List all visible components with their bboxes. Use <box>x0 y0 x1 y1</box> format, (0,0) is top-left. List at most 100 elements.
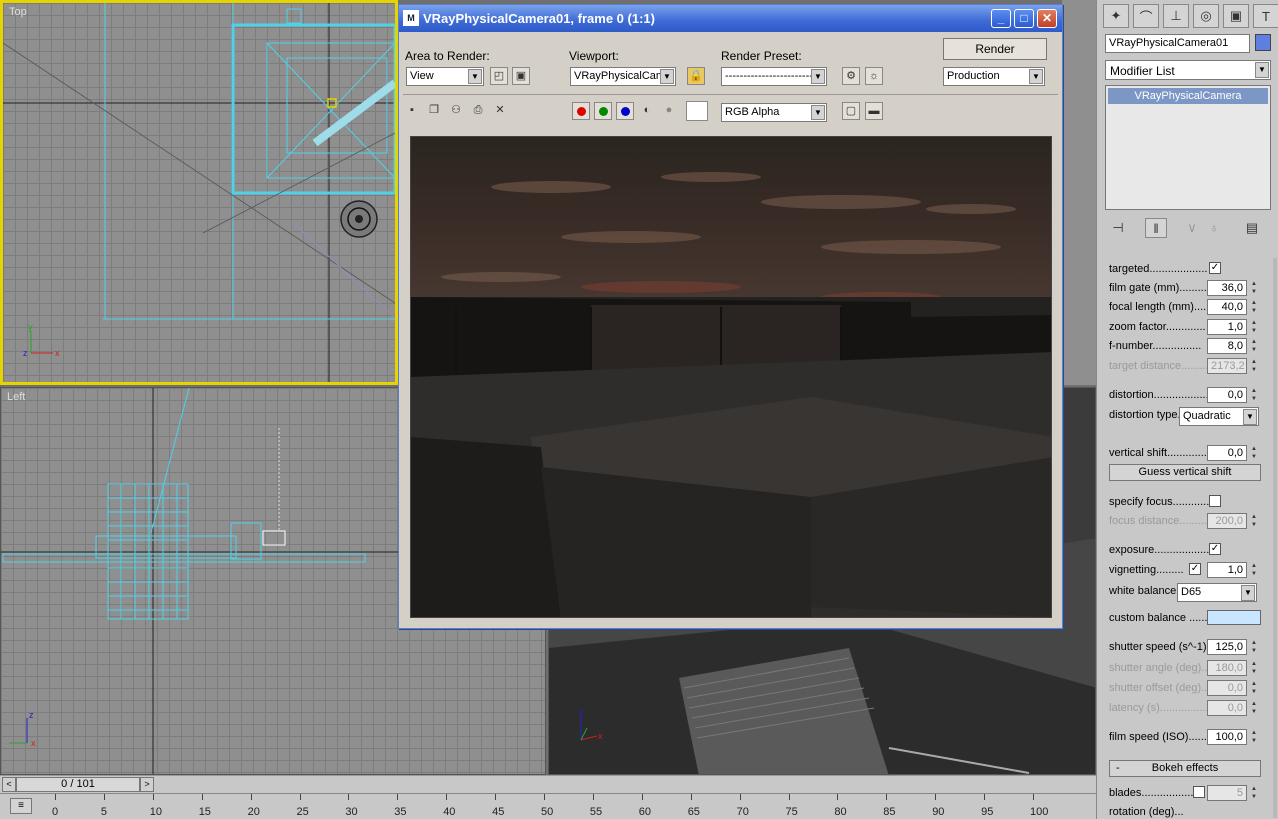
viewport-top[interactable]: Top yxz <box>0 0 398 385</box>
render-button[interactable]: Render <box>943 38 1047 60</box>
spinner-icon[interactable]: ▲ ▼ <box>1249 319 1259 335</box>
toggle-ui-overlay-icon[interactable]: ▢ <box>842 102 860 120</box>
spinner-icon[interactable]: ▲ ▼ <box>1249 660 1259 676</box>
modify-tab-icon[interactable]: ⌒ <box>1133 4 1159 28</box>
lock-viewport-icon[interactable]: 🔒 <box>687 67 705 85</box>
chevron-down-icon[interactable]: ▼ <box>1241 585 1255 601</box>
make-unique-icon[interactable]: ∨ <box>1181 218 1203 238</box>
modifier-list-dropdown[interactable]: Modifier List ▼ <box>1105 60 1271 80</box>
chevron-down-icon[interactable]: ▼ <box>1029 69 1043 84</box>
monochrome-icon[interactable]: ● <box>660 102 678 120</box>
time-slider[interactable]: 0 / 101 <box>16 777 140 792</box>
display-channel-dropdown[interactable]: RGB Alpha ▼ <box>721 103 827 122</box>
clone-frame-icon[interactable]: ⚇ <box>447 102 465 120</box>
maximize-button[interactable]: □ <box>1014 9 1034 28</box>
param-checkbox[interactable]: ✓ <box>1189 563 1201 575</box>
param-value-field[interactable]: 125,0 <box>1207 639 1247 655</box>
object-name-field[interactable]: VRayPhysicalCamera01 <box>1105 34 1250 53</box>
spinner-icon[interactable]: ▲ ▼ <box>1249 562 1259 578</box>
spinner-icon[interactable]: ▲ ▼ <box>1249 785 1259 801</box>
print-image-icon[interactable]: ⎙ <box>469 102 487 120</box>
utilities-tab-icon[interactable]: T <box>1253 4 1278 28</box>
command-panel-scrollbar[interactable] <box>1273 258 1277 818</box>
red-channel-toggle[interactable] <box>572 102 590 120</box>
remove-modifier-icon[interactable]: ♁ <box>1203 218 1225 238</box>
param-value-field[interactable]: 0,0 <box>1207 445 1247 461</box>
spinner-icon[interactable]: ▲ ▼ <box>1249 680 1259 696</box>
chevron-down-icon[interactable]: ▼ <box>1243 409 1257 425</box>
viewport-front-strip[interactable] <box>1062 0 1096 385</box>
modifier-stack[interactable]: VRayPhysicalCamera <box>1105 85 1271 210</box>
guess-vertical-shift-button[interactable]: Guess vertical shift <box>1109 464 1261 481</box>
param-value-field[interactable]: 200,0 <box>1207 513 1247 529</box>
rollout-collapse-icon[interactable]: - <box>1116 761 1120 776</box>
close-button[interactable]: ✕ <box>1037 9 1057 28</box>
time-next-button[interactable]: > <box>140 777 154 792</box>
param-value-field[interactable]: 100,0 <box>1207 729 1247 745</box>
chevron-down-icon[interactable]: ▼ <box>1255 62 1269 78</box>
param-value-field[interactable]: 1,0 <box>1207 562 1247 578</box>
swatch-display[interactable] <box>686 101 708 121</box>
minimize-button[interactable]: _ <box>991 9 1011 28</box>
copy-image-icon[interactable]: ❐ <box>425 102 443 120</box>
stack-item-vrayphysicalcamera[interactable]: VRayPhysicalCamera <box>1108 88 1268 104</box>
display-tab-icon[interactable]: ▣ <box>1223 4 1249 28</box>
hierarchy-tab-icon[interactable]: ⊥ <box>1163 4 1189 28</box>
create-tab-icon[interactable]: ✦ <box>1103 4 1129 28</box>
pin-stack-icon[interactable]: ⊣ <box>1107 218 1129 238</box>
spinner-icon[interactable]: ▲ ▼ <box>1249 700 1259 716</box>
spinner-icon[interactable]: ▲ ▼ <box>1249 299 1259 315</box>
param-value-field[interactable]: 2173,2 <box>1207 358 1247 374</box>
bokeh-effects-rollout[interactable]: - Bokeh effects <box>1109 760 1261 777</box>
time-slider-bar[interactable]: < 0 / 101 > <box>0 775 1096 793</box>
spinner-icon[interactable]: ▲ ▼ <box>1249 729 1259 745</box>
show-end-result-icon[interactable]: ‖ <box>1145 218 1167 238</box>
configure-sets-icon[interactable]: ▤ <box>1241 218 1263 238</box>
param-checkbox[interactable]: ✓ <box>1209 543 1221 555</box>
param-value-field[interactable]: 0,0 <box>1207 700 1247 716</box>
param-value-field[interactable]: 36,0 <box>1207 280 1247 296</box>
spinner-icon[interactable]: ▲ ▼ <box>1249 387 1259 403</box>
param-value-field[interactable]: 40,0 <box>1207 299 1247 315</box>
area-to-render-dropdown[interactable]: View ▼ <box>406 67 484 86</box>
render-mode-dropdown[interactable]: Production ▼ <box>943 67 1045 86</box>
chevron-down-icon[interactable]: ▼ <box>811 69 825 84</box>
param-dropdown[interactable]: Quadratic ▼ <box>1179 407 1259 426</box>
chevron-down-icon[interactable]: ▼ <box>660 69 674 84</box>
toggle-ui-icon[interactable]: ▬ <box>865 102 883 120</box>
param-dropdown[interactable]: D65 ▼ <box>1177 583 1257 602</box>
frame-ruler[interactable]: ≡ 0 5 10 15 20 25 30 35 40 45 50 55 60 65 70 75 80 85 90 95… <box>0 793 1096 819</box>
time-prev-button[interactable]: < <box>2 777 16 792</box>
render-preset-dropdown[interactable]: --------------------------- ▼ <box>721 67 827 86</box>
motion-tab-icon[interactable]: ◎ <box>1193 4 1219 28</box>
edit-region-icon[interactable]: ◰ <box>490 67 508 85</box>
alpha-channel-icon[interactable]: ◐ <box>638 102 656 120</box>
spinner-icon[interactable]: ▲ ▼ <box>1249 445 1259 461</box>
environment-effects-icon[interactable]: ☼ <box>865 67 883 85</box>
custom-balance-swatch[interactable] <box>1207 610 1261 625</box>
spinner-icon[interactable]: ▲ ▼ <box>1249 338 1259 354</box>
spinner-icon[interactable]: ▲ ▼ <box>1249 280 1259 296</box>
object-color-swatch[interactable] <box>1255 34 1271 51</box>
param-checkbox[interactable] <box>1209 495 1221 507</box>
param-value-field[interactable]: 5 <box>1207 785 1247 801</box>
render-setup-icon[interactable]: ⚙ <box>842 67 860 85</box>
clear-icon[interactable]: ✕ <box>491 102 509 120</box>
save-image-icon[interactable]: ▪ <box>403 102 421 120</box>
key-filter-icon[interactable]: ≡ <box>10 798 32 814</box>
green-channel-toggle[interactable] <box>594 102 612 120</box>
rendered-image[interactable] <box>410 136 1052 618</box>
param-value-field[interactable]: 0,0 <box>1207 387 1247 403</box>
chevron-down-icon[interactable]: ▼ <box>468 69 482 84</box>
spinner-icon[interactable]: ▲ ▼ <box>1249 358 1259 374</box>
param-value-field[interactable]: 8,0 <box>1207 338 1247 354</box>
param-value-field[interactable]: 180,0 <box>1207 660 1247 676</box>
chevron-down-icon[interactable]: ▼ <box>811 105 825 120</box>
spinner-icon[interactable]: ▲ ▼ <box>1249 513 1259 529</box>
auto-region-icon[interactable]: ▣ <box>512 67 530 85</box>
param-value-field[interactable]: 0,0 <box>1207 680 1247 696</box>
param-checkbox[interactable] <box>1193 786 1205 798</box>
spinner-icon[interactable]: ▲ ▼ <box>1249 639 1259 655</box>
param-checkbox[interactable]: ✓ <box>1209 262 1221 274</box>
render-window-titlebar[interactable]: M VRayPhysicalCamera01, frame 0 (1:1) _ … <box>399 5 1062 32</box>
